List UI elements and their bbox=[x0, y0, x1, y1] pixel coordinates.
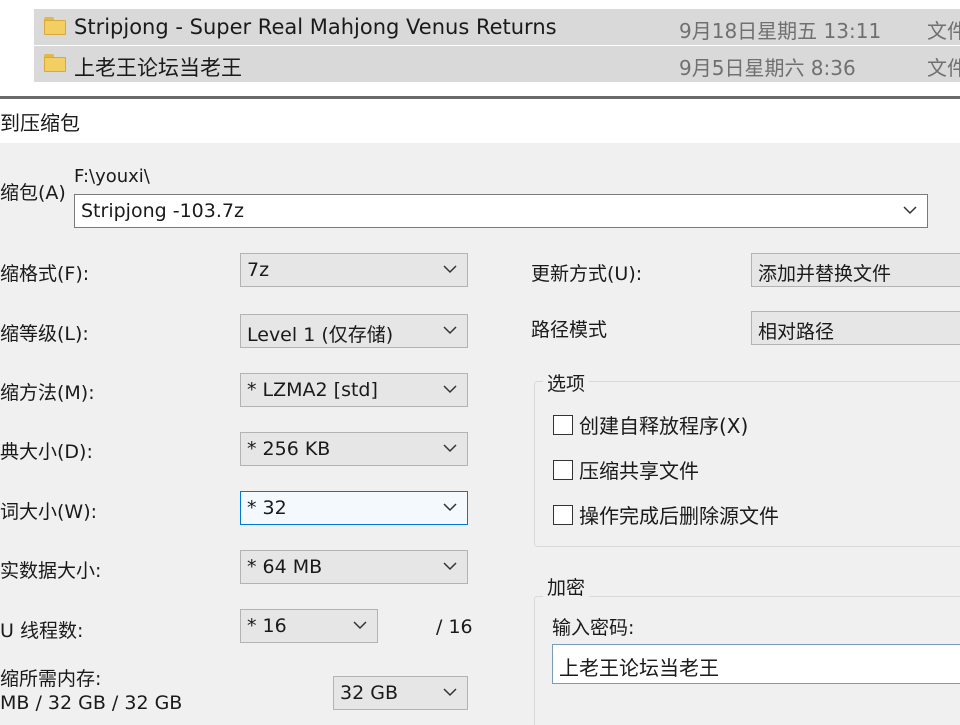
password-value: 上老王论坛当老王 bbox=[559, 656, 719, 680]
checkbox-box[interactable] bbox=[553, 504, 573, 525]
path-mode-select[interactable]: 相对路径 bbox=[751, 311, 960, 345]
level-label: 缩等级(L): bbox=[0, 323, 89, 345]
checkbox-box[interactable] bbox=[553, 459, 573, 480]
checkbox-label: 创建自释放程序(X) bbox=[579, 414, 749, 438]
dialog-titlebar[interactable]: 到压缩包 bbox=[0, 99, 960, 143]
method-label: 缩方法(M): bbox=[0, 382, 95, 404]
solid-block-select[interactable]: * 64 MB bbox=[240, 550, 468, 584]
threads-max: / 16 bbox=[436, 616, 473, 638]
file-date: 9月18日星期五 13:11 bbox=[679, 19, 882, 43]
file-date: 9月5日星期六 8:36 bbox=[679, 56, 856, 80]
checkbox-box[interactable] bbox=[553, 414, 573, 435]
checkbox-label: 压缩共享文件 bbox=[579, 459, 699, 483]
threads-select[interactable]: * 16 bbox=[240, 609, 378, 643]
format-label: 缩格式(F): bbox=[0, 263, 90, 285]
file-name: 上老王论坛当老王 bbox=[74, 56, 242, 80]
chevron-down-icon bbox=[353, 621, 367, 630]
file-type: 文件 bbox=[927, 19, 960, 43]
chevron-down-icon bbox=[903, 206, 917, 215]
chevron-down-icon bbox=[443, 444, 457, 453]
word-size-value: * 32 bbox=[247, 497, 287, 519]
chevron-down-icon bbox=[443, 562, 457, 571]
memory-values: MB / 32 GB / 32 GB bbox=[0, 692, 183, 714]
dialog-title: 到压缩包 bbox=[0, 111, 80, 135]
level-select[interactable]: Level 1 (仅存储) bbox=[240, 314, 468, 348]
threads-label: U 线程数: bbox=[0, 620, 84, 642]
word-size-select[interactable]: * 32 bbox=[240, 491, 468, 525]
word-size-label: 词大小(W): bbox=[0, 501, 98, 523]
update-mode-select[interactable]: 添加并替换文件 bbox=[751, 253, 960, 287]
file-row[interactable]: Stripjong - Super Real Mahjong Venus Ret… bbox=[34, 9, 960, 45]
threads-value: * 16 bbox=[247, 615, 287, 637]
password-input[interactable]: 上老王论坛当老王 bbox=[552, 644, 960, 684]
folder-icon bbox=[44, 17, 66, 35]
path-mode-label: 路径模式 bbox=[531, 319, 608, 341]
explorer-file-list: Stripjong - Super Real Mahjong Venus Ret… bbox=[0, 0, 960, 96]
archive-label: 缩包(A) bbox=[0, 182, 66, 204]
method-select[interactable]: * LZMA2 [std] bbox=[240, 373, 468, 407]
update-mode-label: 更新方式(U): bbox=[531, 263, 643, 285]
archive-name-combobox[interactable]: Stripjong -103.7z bbox=[74, 194, 928, 228]
archive-path: F:\youxi\ bbox=[74, 166, 150, 187]
dict-size-select[interactable]: * 256 KB bbox=[240, 432, 468, 466]
update-mode-value: 添加并替换文件 bbox=[758, 263, 892, 285]
password-label: 输入密码: bbox=[552, 617, 635, 639]
format-select[interactable]: 7z bbox=[240, 253, 468, 287]
options-group-title: 选项 bbox=[543, 369, 590, 396]
solid-block-label: 实数据大小: bbox=[0, 560, 102, 582]
memory-limit-select[interactable]: 32 GB bbox=[333, 676, 468, 710]
self-extracting-checkbox[interactable]: 创建自释放程序(X) bbox=[553, 410, 748, 439]
file-type: 文件 bbox=[927, 56, 960, 80]
compress-shared-checkbox[interactable]: 压缩共享文件 bbox=[553, 455, 699, 484]
chevron-down-icon bbox=[443, 265, 457, 274]
memory-label: 缩所需内存: bbox=[0, 668, 102, 690]
solid-block-value: * 64 MB bbox=[247, 556, 323, 578]
file-row[interactable]: 上老王论坛当老王 9月5日星期六 8:36 文件 bbox=[34, 46, 960, 82]
chevron-down-icon bbox=[443, 503, 457, 512]
encryption-group-title: 加密 bbox=[543, 573, 590, 600]
chevron-down-icon bbox=[443, 326, 457, 335]
checkbox-label: 操作完成后删除源文件 bbox=[579, 504, 779, 528]
level-value: Level 1 (仅存储) bbox=[247, 324, 394, 346]
dict-size-label: 典大小(D): bbox=[0, 441, 93, 463]
chevron-down-icon bbox=[443, 688, 457, 697]
delete-after-checkbox[interactable]: 操作完成后删除源文件 bbox=[553, 500, 779, 529]
file-name: Stripjong - Super Real Mahjong Venus Ret… bbox=[74, 15, 557, 39]
archive-name-value: Stripjong -103.7z bbox=[81, 200, 244, 222]
method-value: * LZMA2 [std] bbox=[247, 379, 378, 401]
dict-size-value: * 256 KB bbox=[247, 438, 331, 460]
folder-icon bbox=[44, 54, 66, 72]
memory-limit-value: 32 GB bbox=[340, 682, 398, 704]
path-mode-value: 相对路径 bbox=[758, 321, 835, 343]
chevron-down-icon bbox=[443, 385, 457, 394]
format-value: 7z bbox=[247, 259, 270, 281]
